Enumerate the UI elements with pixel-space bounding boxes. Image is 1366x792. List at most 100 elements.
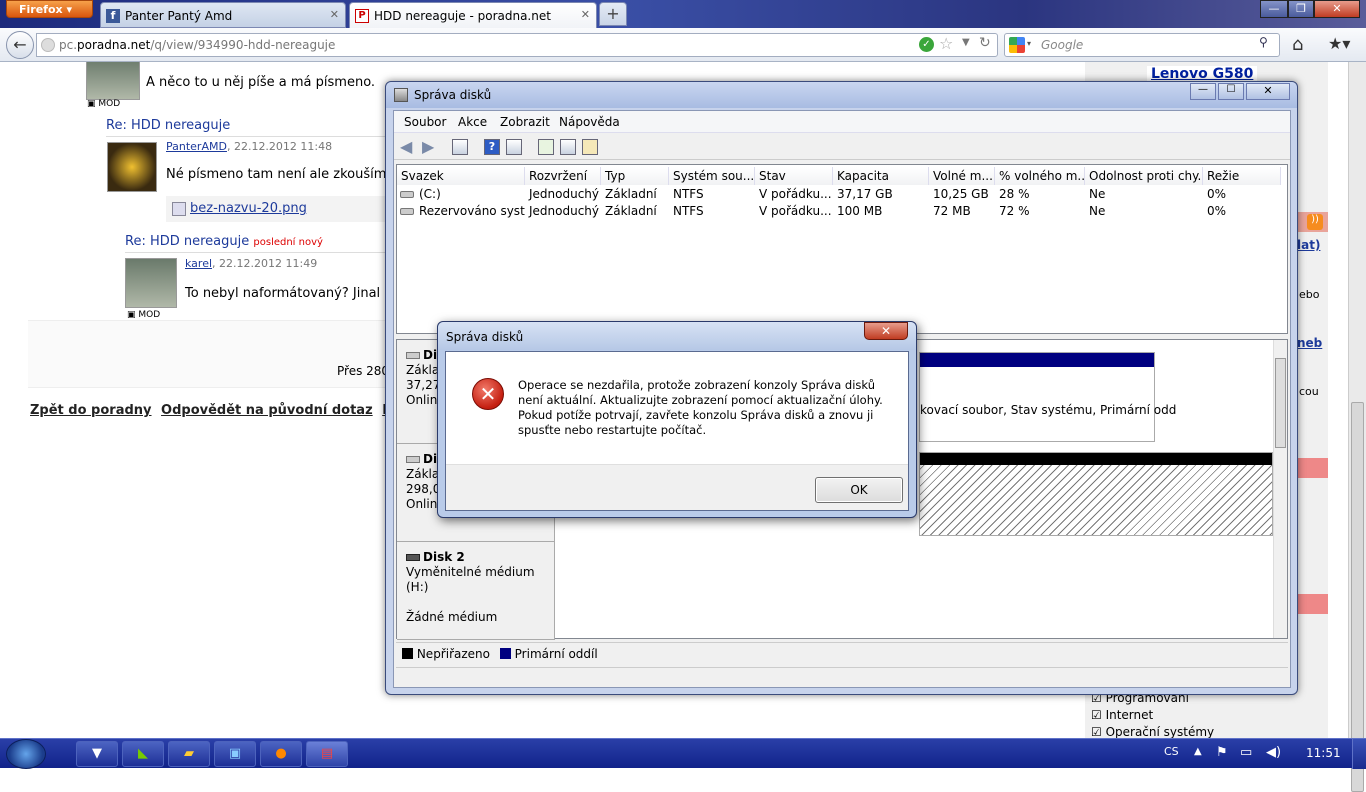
- firefox-menu-button[interactable]: Firefox ▾: [6, 0, 93, 18]
- tab-close-icon[interactable]: ✕: [581, 8, 590, 21]
- bookmark-star-icon[interactable]: ☆: [939, 34, 953, 53]
- author-link[interactable]: PanterAMD: [166, 140, 227, 153]
- start-button[interactable]: [6, 739, 46, 769]
- tab-panter[interactable]: f Panter Pantý Amd ✕: [100, 2, 346, 28]
- column-header[interactable]: Stav: [755, 167, 833, 185]
- folder-icon[interactable]: [560, 139, 576, 155]
- cell: Základní: [605, 187, 657, 201]
- app-icon[interactable]: ▼: [76, 741, 118, 767]
- search-input[interactable]: ▾ Google ⚲: [1004, 33, 1280, 57]
- back-button[interactable]: ←: [6, 31, 34, 59]
- folder-icon[interactable]: ▰: [168, 741, 210, 767]
- nvidia-icon[interactable]: ◣: [122, 741, 164, 767]
- disk-label[interactable]: Disk 2 Vyměnitelné médium (H:) Žádné méd…: [397, 542, 555, 640]
- legend-label: Nepřiřazeno: [416, 647, 490, 661]
- monitor-icon[interactable]: ▣: [214, 741, 256, 767]
- help-icon[interactable]: ?: [484, 139, 500, 155]
- reply-title[interactable]: Re: HDD nereaguje: [106, 118, 230, 133]
- list-view-icon[interactable]: [506, 139, 522, 155]
- minimize-button[interactable]: —: [1260, 0, 1288, 18]
- back-to-forum-link[interactable]: Zpět do poradny: [30, 403, 152, 418]
- sidebar-bar: [1297, 458, 1328, 478]
- dropdown-icon[interactable]: ▼: [962, 37, 970, 48]
- column-header[interactable]: Režie: [1203, 167, 1281, 185]
- post-date: , 22.12.2012 11:49: [212, 257, 318, 270]
- clock[interactable]: 11:51: [1306, 746, 1341, 760]
- search-icon[interactable]: ⚲: [1259, 35, 1268, 49]
- scrollbar-thumb[interactable]: [1351, 402, 1364, 792]
- column-header[interactable]: Rozvržení: [525, 167, 601, 185]
- author-link[interactable]: karel: [185, 257, 212, 270]
- show-desktop-button[interactable]: [1352, 739, 1366, 769]
- cell: 72 MB: [933, 204, 971, 218]
- table-row[interactable]: Rezervováno systé... Jednoduchý Základní…: [397, 204, 1287, 221]
- status-bar: [396, 667, 1288, 687]
- reload-icon[interactable]: ↻: [979, 35, 991, 51]
- search-engine-dropdown-icon[interactable]: ▾: [1027, 39, 1031, 48]
- bookmarks-menu-icon[interactable]: ★▾: [1328, 34, 1350, 53]
- sidebar-link[interactable]: lat): [1297, 238, 1320, 252]
- menu-soubor[interactable]: Soubor: [404, 115, 446, 129]
- url-prefix: pc.: [59, 38, 78, 52]
- dialog-close-button[interactable]: ✕: [864, 322, 908, 340]
- menu-napoveda[interactable]: Nápověda: [559, 115, 620, 129]
- partition-c[interactable]: kovací soubor, Stav systému, Primární od…: [919, 352, 1176, 442]
- action-center-flag-icon[interactable]: ⚑: [1216, 745, 1228, 760]
- page-scrollbar[interactable]: [1348, 62, 1366, 792]
- browser-titlebar: Firefox ▾ f Panter Pantý Amd ✕ P HDD ner…: [0, 0, 1366, 28]
- firefox-icon[interactable]: ●: [260, 741, 302, 767]
- dialog-message: Operace se nezdařila, protože zobrazení …: [518, 378, 883, 437]
- rss-icon[interactable]: )): [1307, 214, 1323, 230]
- home-icon[interactable]: ⌂: [1292, 34, 1303, 55]
- column-header[interactable]: Kapacita: [833, 167, 929, 185]
- network-icon[interactable]: ▭: [1240, 745, 1252, 760]
- dialog-body: ✕ Operace se nezdařila, protože zobrazen…: [445, 351, 909, 511]
- show-hidden-icons-icon[interactable]: ▲: [1194, 746, 1202, 757]
- column-header[interactable]: % volného m...: [995, 167, 1085, 185]
- column-header[interactable]: Volné m...: [929, 167, 995, 185]
- footer-links: Zpět do poradny Odpovědět na původní dot…: [30, 403, 393, 418]
- volume-icon[interactable]: ◀): [1266, 745, 1281, 760]
- attachment-link[interactable]: bez-nazvu-20.png: [190, 201, 307, 216]
- column-header[interactable]: Svazek: [397, 167, 525, 185]
- new-tab-button[interactable]: +: [599, 2, 627, 26]
- graph-scrollbar[interactable]: [1273, 340, 1287, 638]
- check-icon[interactable]: ✓: [919, 37, 934, 52]
- language-indicator[interactable]: CS: [1164, 745, 1179, 758]
- reply-title[interactable]: Re: HDD nereaguje: [125, 234, 249, 249]
- scrollbar-thumb[interactable]: [1275, 358, 1286, 448]
- refresh-icon[interactable]: [538, 139, 554, 155]
- avatar: [125, 258, 177, 308]
- column-header[interactable]: Systém sou...: [669, 167, 755, 185]
- ok-button[interactable]: OK: [815, 477, 903, 503]
- category-item[interactable]: ☑ Internet: [1091, 707, 1214, 724]
- dialog-footer: OK: [446, 464, 908, 510]
- navigation-toolbar: ← pc.poradna.net/q/view/934990-hdd-nerea…: [0, 28, 1366, 62]
- tab-hdd-nereaguje[interactable]: P HDD nereaguje - poradna.net ✕: [349, 2, 597, 28]
- sidebar-text: cou: [1299, 385, 1319, 398]
- minimize-button[interactable]: —: [1190, 83, 1216, 100]
- close-button[interactable]: ✕: [1246, 83, 1290, 100]
- menu-akce[interactable]: Akce: [458, 115, 487, 129]
- reply-original-link[interactable]: Odpovědět na původní dotaz: [161, 403, 373, 418]
- menu-zobrazit[interactable]: Zobrazit: [500, 115, 550, 129]
- table-row[interactable]: (C:) Jednoduchý Základní NTFS V pořádku.…: [397, 187, 1287, 204]
- back-arrow-icon[interactable]: ◀: [400, 137, 412, 156]
- properties-icon[interactable]: [582, 139, 598, 155]
- forward-arrow-icon[interactable]: ▶: [422, 137, 434, 156]
- cell: Základní: [605, 204, 657, 218]
- cell: (C:): [419, 187, 441, 201]
- sidebar-link[interactable]: neb: [1297, 336, 1322, 350]
- disk-icon: [406, 456, 420, 463]
- column-header[interactable]: Typ: [601, 167, 669, 185]
- unallocated-partition[interactable]: [919, 452, 1273, 536]
- column-header[interactable]: Odolnost proti chy...: [1085, 167, 1203, 185]
- maximize-button[interactable]: ☐: [1218, 83, 1244, 100]
- tab-close-icon[interactable]: ✕: [330, 8, 339, 21]
- console-tree-icon[interactable]: [452, 139, 468, 155]
- disk-mgmt-icon[interactable]: ▤: [306, 741, 348, 767]
- cell: V pořádku...: [759, 187, 832, 201]
- close-button[interactable]: ✕: [1314, 0, 1360, 18]
- restore-button[interactable]: ❐: [1288, 0, 1314, 18]
- url-bar[interactable]: pc.poradna.net/q/view/934990-hdd-nereagu…: [36, 33, 998, 57]
